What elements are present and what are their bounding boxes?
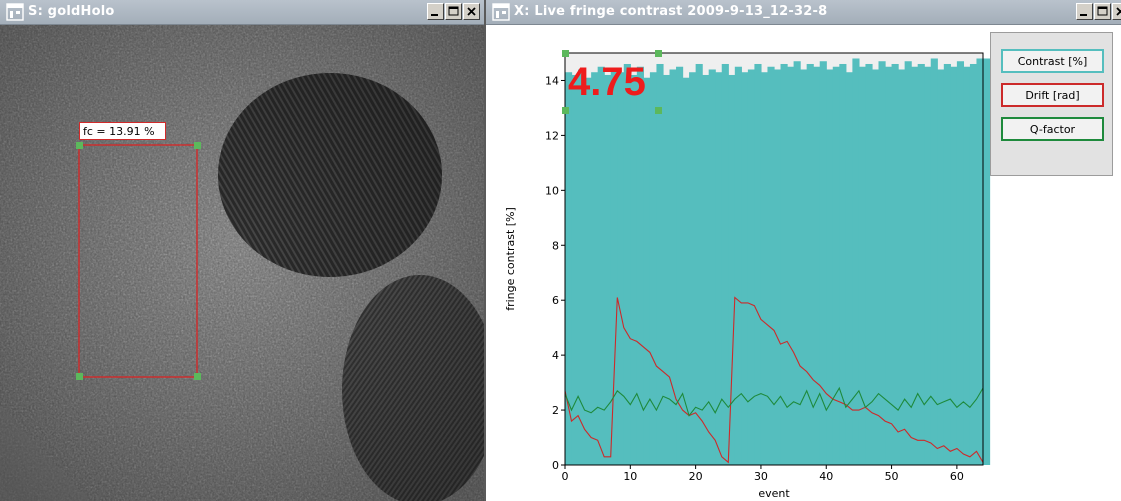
y-tick-label: 8 bbox=[552, 239, 559, 252]
contrast-bar bbox=[669, 69, 677, 466]
contrast-bar bbox=[871, 69, 880, 466]
roi-contrast-label: fc = 13.91 % bbox=[79, 122, 166, 140]
contrast-bar bbox=[597, 66, 605, 466]
minimize-button[interactable] bbox=[1076, 3, 1093, 20]
close-button[interactable] bbox=[1112, 3, 1121, 20]
close-button[interactable] bbox=[463, 3, 480, 20]
contrast-bar bbox=[610, 69, 618, 466]
contrast-bar bbox=[969, 63, 978, 466]
contrast-bar bbox=[571, 74, 579, 465]
hologram-window-title: S: goldHolo bbox=[28, 4, 115, 19]
hologram-window-controls bbox=[427, 3, 480, 21]
contrast-bar bbox=[819, 61, 827, 466]
contrast-bar bbox=[708, 69, 716, 466]
contrast-bar bbox=[702, 74, 710, 465]
close-icon bbox=[467, 7, 476, 16]
contrast-bar bbox=[695, 63, 703, 466]
legend-qfactor-button[interactable]: Q-factor bbox=[1001, 117, 1104, 141]
contrast-bar bbox=[604, 74, 612, 465]
x-tick-label: 20 bbox=[689, 470, 703, 483]
readout-handle[interactable] bbox=[562, 50, 569, 57]
contrast-bar bbox=[780, 63, 788, 466]
y-tick-label: 10 bbox=[545, 184, 559, 197]
x-tick-label: 10 bbox=[623, 470, 637, 483]
minimize-button[interactable] bbox=[427, 3, 444, 20]
hologram-image[interactable] bbox=[0, 25, 484, 501]
legend-contrast-button[interactable]: Contrast [%] bbox=[1001, 49, 1104, 73]
contrast-bar bbox=[630, 74, 638, 465]
contrast-bar bbox=[943, 63, 951, 466]
x-axis-ticks: 0 10 20 30 40 50 60 bbox=[562, 465, 964, 483]
contrast-bar bbox=[617, 72, 625, 466]
x-tick-label: 60 bbox=[950, 470, 964, 483]
contrast-bar bbox=[754, 63, 762, 466]
fringe-contrast-window-controls bbox=[1076, 3, 1121, 21]
x-tick-label: 0 bbox=[562, 470, 569, 483]
contrast-bar bbox=[950, 66, 958, 466]
maximize-button[interactable] bbox=[1094, 3, 1111, 20]
fringe-contrast-window[interactable]: X: Live fringe contrast 2009-9-13_12-32-… bbox=[486, 0, 1121, 501]
contrast-bar bbox=[800, 69, 808, 466]
contrast-bar bbox=[578, 69, 586, 466]
contrast-bar bbox=[591, 72, 599, 466]
y-tick-label: 2 bbox=[552, 404, 559, 417]
contrast-bar bbox=[924, 66, 932, 466]
contrast-bar bbox=[878, 61, 886, 466]
chart-legend: Contrast [%] Drift [rad] Q-factor bbox=[990, 32, 1113, 176]
y-axis-label: fringe contrast [%] bbox=[504, 207, 517, 311]
y-axis-ticks: 0 2 4 6 8 10 12 14 bbox=[545, 74, 565, 472]
contrast-bar bbox=[747, 69, 756, 466]
maximize-button[interactable] bbox=[445, 3, 462, 20]
contrast-bar bbox=[898, 69, 906, 466]
x-tick-label: 50 bbox=[885, 470, 899, 483]
contrast-bar bbox=[852, 58, 860, 466]
contrast-bar bbox=[662, 74, 671, 465]
y-tick-label: 6 bbox=[552, 294, 559, 307]
roi-handle[interactable] bbox=[76, 142, 83, 149]
contrast-bar bbox=[741, 72, 749, 466]
hologram-window[interactable]: S: goldHolo fc = 13.91 % bbox=[0, 0, 484, 501]
contrast-bar bbox=[689, 72, 697, 466]
contrast-bar bbox=[787, 66, 795, 466]
y-tick-label: 0 bbox=[552, 459, 559, 472]
y-tick-label: 12 bbox=[545, 129, 559, 142]
readout-handle[interactable] bbox=[655, 50, 662, 57]
contrast-readout: 4.75 bbox=[568, 60, 646, 104]
roi-handle[interactable] bbox=[194, 142, 201, 149]
x-tick-label: 30 bbox=[754, 470, 768, 483]
fringe-contrast-window-titlebar[interactable]: X: Live fringe contrast 2009-9-13_12-32-… bbox=[486, 0, 1121, 25]
roi-handle[interactable] bbox=[76, 373, 83, 380]
close-icon bbox=[1116, 7, 1121, 16]
contrast-bar bbox=[937, 69, 945, 466]
maximize-icon bbox=[448, 6, 459, 16]
contrast-bar bbox=[826, 69, 834, 466]
contrast-bar bbox=[760, 72, 769, 466]
roi-handle[interactable] bbox=[194, 373, 201, 380]
contrast-bars bbox=[565, 58, 991, 466]
fringe-contrast-window-title: X: Live fringe contrast 2009-9-13_12-32-… bbox=[514, 4, 828, 19]
maximize-icon bbox=[1097, 6, 1108, 16]
y-tick-label: 14 bbox=[545, 74, 559, 87]
contrast-bar bbox=[721, 63, 729, 466]
hologram-window-titlebar[interactable]: S: goldHolo bbox=[0, 0, 484, 25]
contrast-bar bbox=[767, 66, 775, 466]
y-tick-label: 4 bbox=[552, 349, 559, 362]
legend-drift-button[interactable]: Drift [rad] bbox=[1001, 83, 1104, 107]
contrast-bar bbox=[636, 66, 644, 466]
contrast-bar bbox=[832, 66, 840, 466]
minimize-icon bbox=[431, 14, 438, 16]
readout-handle[interactable] bbox=[655, 107, 662, 114]
contrast-bar bbox=[643, 77, 651, 465]
contrast-bar bbox=[885, 66, 893, 466]
contrast-bar bbox=[656, 63, 664, 466]
contrast-bar bbox=[774, 69, 782, 466]
readout-handle[interactable] bbox=[562, 107, 569, 114]
window-app-icon[interactable] bbox=[492, 3, 510, 21]
contrast-bar bbox=[584, 77, 592, 465]
minimize-icon bbox=[1080, 14, 1087, 16]
contrast-bar bbox=[734, 66, 742, 466]
x-tick-label: 40 bbox=[819, 470, 833, 483]
x-axis-label: event bbox=[758, 487, 790, 500]
window-app-icon[interactable] bbox=[6, 3, 24, 21]
